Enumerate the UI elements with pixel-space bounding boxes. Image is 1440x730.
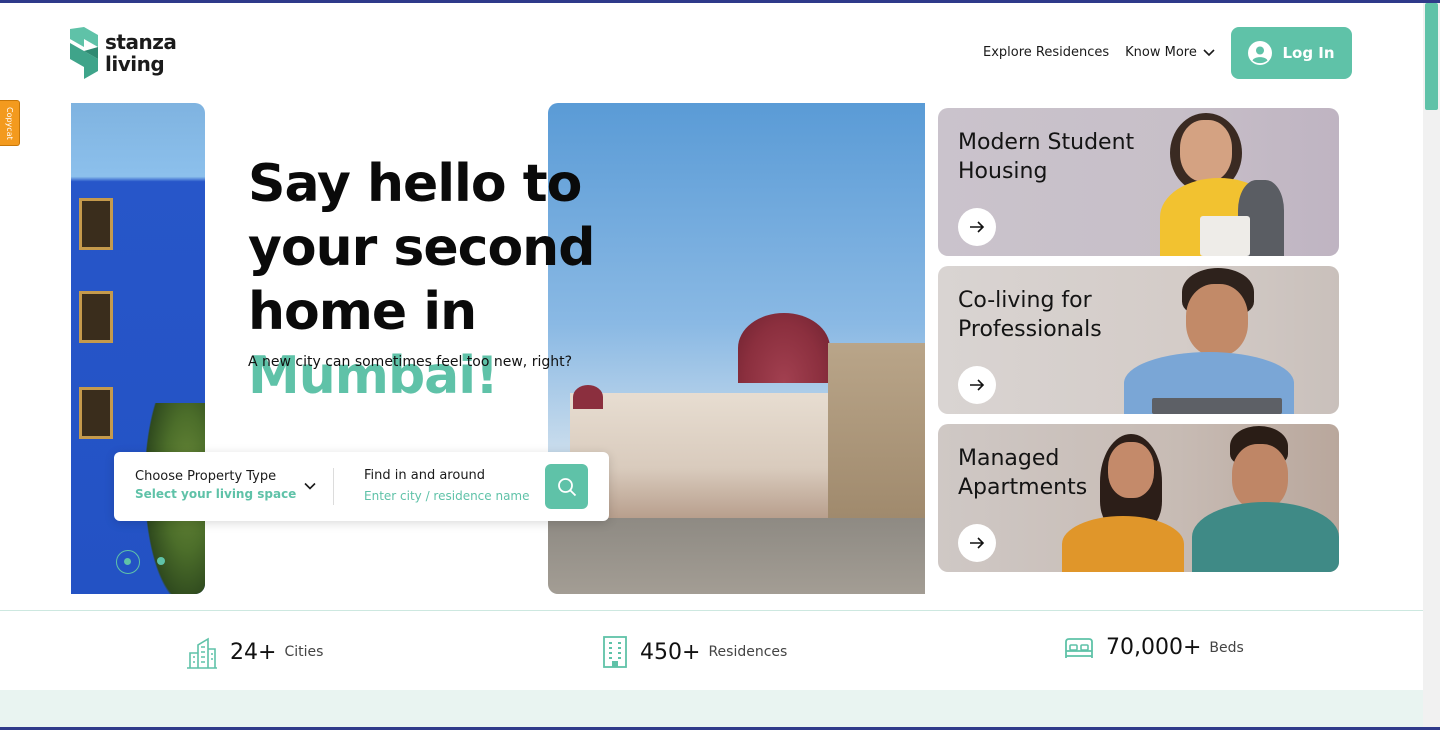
location-search-input[interactable] — [364, 489, 534, 503]
search-button[interactable] — [545, 464, 588, 509]
chevron-down-icon[interactable] — [304, 480, 316, 492]
card-title: Modern Student Housing — [958, 130, 1135, 184]
man-face — [1232, 444, 1288, 510]
card-managed-apartments[interactable]: Managed Apartments — [938, 424, 1339, 572]
search-divider — [333, 468, 334, 505]
stat-residences: 450+ Residences — [602, 635, 787, 669]
building-window — [79, 291, 113, 343]
stat-cities: 24+ Cities — [186, 635, 323, 669]
professional-face — [1186, 284, 1248, 356]
card-arrow-button[interactable] — [958, 366, 996, 404]
hero-subtitle: A new city can sometimes feel too new, r… — [248, 354, 573, 370]
card-title: Managed Apartments — [958, 446, 1088, 500]
arrow-right-icon — [970, 379, 985, 391]
brand-line1: stanza — [105, 30, 177, 54]
window-top-border — [0, 0, 1440, 3]
stats-divider — [0, 610, 1423, 611]
nav-know-more-label: Know More — [1125, 45, 1197, 60]
harbour-water — [548, 518, 925, 594]
scrollbar-track[interactable] — [1423, 3, 1440, 727]
search-icon — [557, 477, 576, 496]
palace-dome — [738, 313, 830, 383]
card-coliving-professionals[interactable]: Co-living for Professionals — [938, 266, 1339, 414]
gateway-monument — [828, 343, 925, 518]
card-title: Co-living for Professionals — [958, 288, 1102, 342]
search-box: Choose Property Type Select your living … — [114, 452, 609, 521]
student-books — [1200, 216, 1250, 256]
building-icon — [603, 636, 627, 668]
building-window — [79, 198, 113, 250]
brand-logo[interactable]: stanza living — [70, 27, 177, 79]
stat-label: Residences — [708, 644, 788, 660]
stat-value: 450+ — [640, 639, 701, 665]
chevron-down-icon — [1203, 48, 1215, 56]
user-avatar-icon — [1248, 41, 1273, 65]
bed-icon — [1065, 637, 1093, 658]
nav-know-more[interactable]: Know More — [1125, 45, 1215, 60]
arrow-right-icon — [970, 221, 985, 233]
brand-wordmark: stanza living — [105, 30, 177, 76]
card-arrow-button[interactable] — [958, 524, 996, 562]
nav-explore-residences[interactable]: Explore Residences — [983, 45, 1109, 60]
card-arrow-button[interactable] — [958, 208, 996, 246]
arrow-right-icon — [970, 537, 985, 549]
brand-line2: living — [105, 52, 165, 76]
property-type-label: Choose Property Type — [135, 469, 277, 484]
stat-value: 70,000+ — [1106, 635, 1202, 660]
stat-value: 24+ — [230, 639, 277, 665]
stanza-logo-icon — [70, 27, 98, 79]
carousel-dot-active[interactable] — [116, 550, 140, 574]
main-nav: Explore Residences Know More — [983, 45, 1215, 60]
carousel-dot[interactable] — [157, 557, 165, 565]
next-section-band — [0, 690, 1423, 727]
woman-shirt — [1062, 516, 1184, 572]
login-button[interactable]: Log In — [1231, 27, 1352, 79]
copycat-tab-label: Copycat — [5, 106, 14, 140]
stat-beds: 70,000+ Beds — [1064, 635, 1244, 660]
professional-laptop — [1152, 398, 1282, 414]
property-type-value: Select your living space — [135, 487, 297, 501]
building-window — [79, 387, 113, 439]
property-type-select[interactable]: Choose Property Type Select your living … — [135, 469, 296, 501]
copycat-extension-tab[interactable]: Copycat — [0, 100, 20, 146]
student-face — [1180, 120, 1232, 182]
scrollbar-thumb[interactable] — [1425, 3, 1438, 110]
find-label: Find in and around — [364, 468, 486, 483]
man-shirt — [1192, 502, 1339, 572]
stat-label: Cities — [284, 644, 324, 660]
login-button-label: Log In — [1282, 44, 1335, 62]
city-buildings-icon — [187, 637, 217, 669]
stat-label: Beds — [1209, 639, 1244, 656]
card-student-housing[interactable]: Modern Student Housing — [938, 108, 1339, 256]
